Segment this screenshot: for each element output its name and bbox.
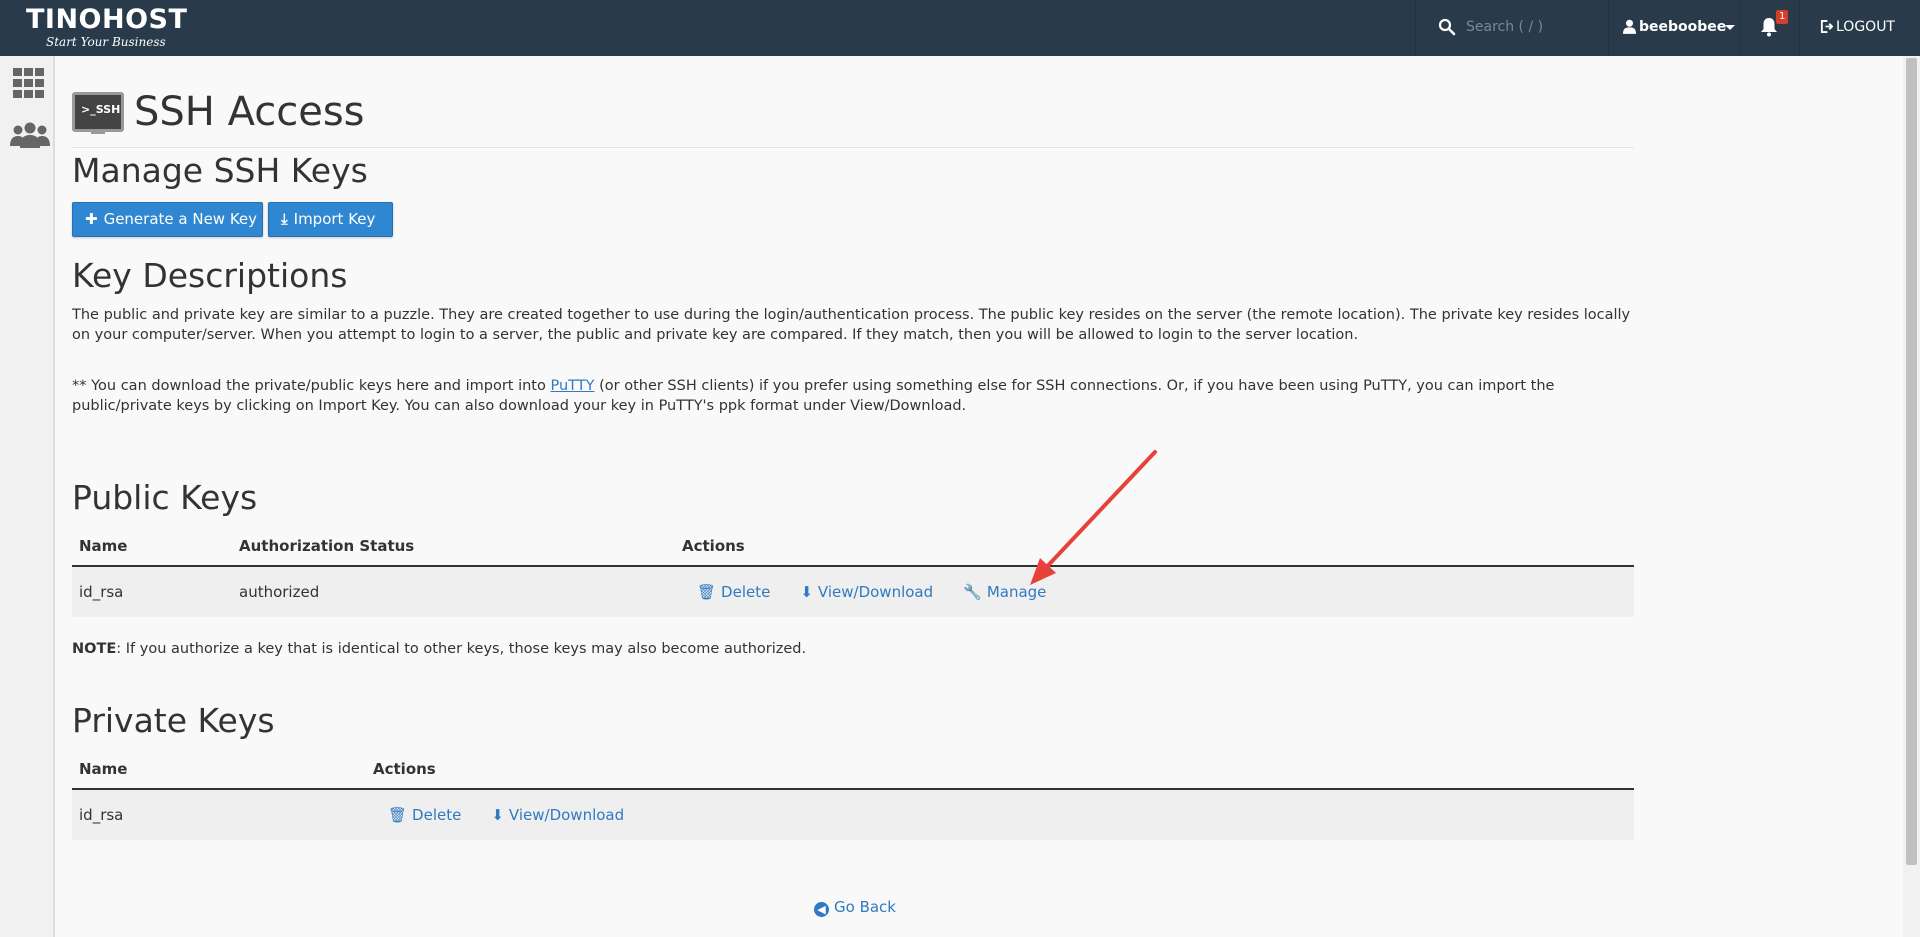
brand-name: TINOHOST <box>26 4 188 35</box>
actions-cell: 🗑 Delete ⬇ View/Download <box>366 789 1634 840</box>
import-icon: ⤓ <box>281 210 288 228</box>
delete-label: Delete <box>412 806 462 824</box>
key-descriptions-heading: Key Descriptions <box>72 256 348 295</box>
logout-label: LOGOUT <box>1836 19 1895 35</box>
page-title: SSH Access <box>134 89 365 135</box>
public-keys-table: Name Authorization Status Actions id_rsa… <box>72 526 1634 617</box>
table-row: id_rsa authorized 🗑 Delete ⬇ View/Download 🔧… <box>72 566 1634 617</box>
username-label: beeboobee <box>1639 19 1727 35</box>
download-icon: ⬇ <box>491 806 504 824</box>
brand-tagline: Start Your Business <box>46 35 166 49</box>
top-navbar: TINOHOST Start Your Business Search ( / … <box>0 0 1920 56</box>
key-name-cell: id_rsa <box>72 789 366 840</box>
key-name-cell: id_rsa <box>72 566 232 617</box>
view-download-label: View/Download <box>817 583 934 601</box>
actions-cell: 🗑 Delete ⬇ View/Download 🔧 Manage <box>675 566 1634 617</box>
ssh-icon-text: >_SSH <box>81 103 121 116</box>
go-back-link[interactable]: ◀ Go Back <box>814 898 896 917</box>
note-text: : If you authorize a key that is identic… <box>116 641 807 657</box>
trash-icon: 🗑 <box>697 583 717 601</box>
column-header-name: Name <box>72 749 366 790</box>
column-header-actions: Actions <box>675 526 1634 567</box>
import-key-label: Import Key <box>293 210 376 228</box>
chevron-down-icon <box>1725 25 1735 30</box>
import-key-button[interactable]: ⤓ Import Key <box>268 202 393 237</box>
vertical-scrollbar[interactable] <box>1903 56 1920 937</box>
column-header-name: Name <box>72 526 232 567</box>
notification-badge: 1 <box>1776 10 1789 24</box>
ssh-terminal-icon: >_SSH <box>72 92 124 134</box>
key-description-paragraph: The public and private key are similar t… <box>72 307 1631 343</box>
authorization-status-cell: authorized <box>232 566 675 617</box>
left-sidebar <box>0 56 55 937</box>
go-back-label: Go Back <box>834 898 896 916</box>
putty-info-prefix: ** You can download the private/public k… <box>72 378 551 394</box>
note-label: NOTE <box>72 641 117 657</box>
table-header-row: Name Authorization Status Actions <box>72 526 1634 567</box>
view-download-label: View/Download <box>508 806 625 824</box>
search-icon <box>1438 18 1456 36</box>
logout-button[interactable]: LOGOUT <box>1799 0 1909 56</box>
scrollbar-thumb[interactable] <box>1906 58 1917 865</box>
generate-key-label: Generate a New Key <box>103 210 258 228</box>
logout-icon <box>1820 20 1833 33</box>
column-header-authorization-status: Authorization Status <box>232 526 675 567</box>
view-download-private-key-link[interactable]: ⬇ View/Download <box>491 806 624 824</box>
page-header: >_SSH SSH Access <box>72 72 1634 148</box>
search-input[interactable]: Search ( / ) <box>1466 19 1543 35</box>
download-icon: ⬇ <box>800 583 813 601</box>
private-keys-heading: Private Keys <box>72 701 275 740</box>
public-keys-heading: Public Keys <box>72 478 258 517</box>
users-icon[interactable] <box>10 122 50 148</box>
user-icon <box>1623 19 1636 34</box>
brand-logo[interactable]: TINOHOST Start Your Business <box>26 4 188 51</box>
trash-icon: 🗑 <box>388 806 408 824</box>
delete-label: Delete <box>721 583 771 601</box>
column-header-actions: Actions <box>366 749 1634 790</box>
search-box[interactable]: Search ( / ) <box>1415 0 1607 56</box>
plus-icon: ✚ <box>85 210 98 228</box>
putty-link[interactable]: PuTTY <box>550 378 594 394</box>
table-row: id_rsa 🗑 Delete ⬇ View/Download <box>72 789 1634 840</box>
putty-info-paragraph: ** You can download the private/public k… <box>72 377 1634 416</box>
arrow-left-circle-icon: ◀ <box>814 902 829 917</box>
apps-grid-icon[interactable] <box>13 68 45 98</box>
table-header-row: Name Actions <box>72 749 1634 790</box>
notifications-button[interactable]: 1 <box>1740 0 1798 56</box>
wrench-icon: 🔧 <box>963 583 982 601</box>
view-download-public-key-link[interactable]: ⬇ View/Download <box>800 583 933 601</box>
delete-public-key-link[interactable]: 🗑 Delete <box>697 583 770 601</box>
authorization-note: NOTE: If you authorize a key that is ide… <box>72 641 806 657</box>
generate-new-key-button[interactable]: ✚ Generate a New Key <box>72 202 263 237</box>
main-content: >_SSH SSH Access Manage SSH Keys ✚ Genera… <box>72 56 1634 937</box>
private-keys-table: Name Actions id_rsa 🗑 Delete ⬇ View/Downloa… <box>72 749 1634 840</box>
delete-private-key-link[interactable]: 🗑 Delete <box>388 806 461 824</box>
manage-label: Manage <box>986 583 1047 601</box>
manage-ssh-keys-heading: Manage SSH Keys <box>72 151 368 190</box>
manage-public-key-link[interactable]: 🔧 Manage <box>963 583 1046 601</box>
